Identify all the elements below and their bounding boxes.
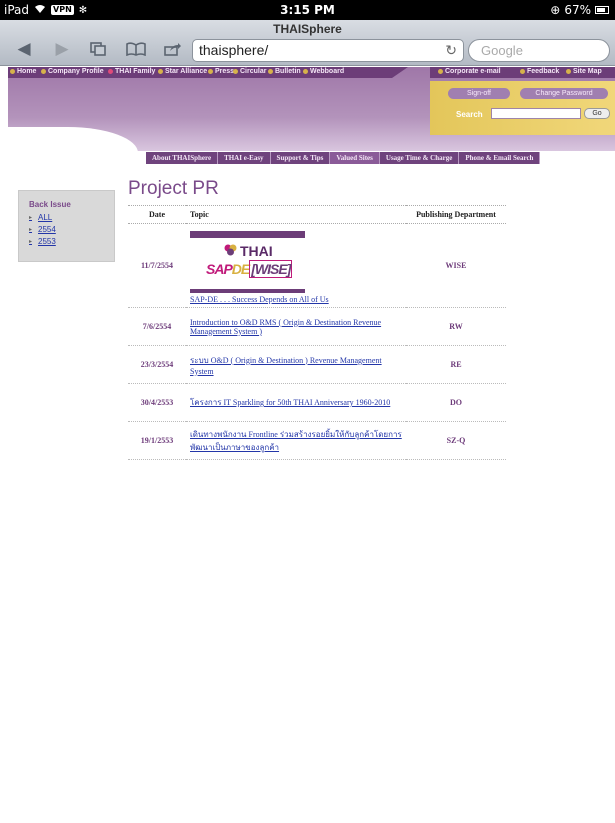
sidebar-item-2554[interactable]: ▸ 2554	[29, 225, 104, 234]
url-text: thaisphere/	[199, 42, 269, 58]
table-row: 30/4/2553 โครงการ IT Sparkling for 50th …	[128, 383, 506, 422]
nav-thai-family[interactable]: THAI Family	[108, 68, 155, 75]
search-placeholder: Google	[481, 43, 523, 58]
col-topic: Topic	[186, 205, 406, 224]
bullet-icon	[108, 69, 113, 74]
sidebar-title: Back Issue	[29, 200, 71, 209]
tab-about-thaisphere[interactable]: About THAISphere	[146, 152, 219, 164]
bullet-icon	[158, 69, 163, 74]
page-title: Project PR	[128, 178, 219, 199]
table-row: 23/3/2554 ระบบ O&D ( Origin & Destinatio…	[128, 345, 506, 384]
utility-nav: Corporate e-mail Feedback Site Map	[430, 67, 615, 78]
tabs-icon[interactable]	[88, 39, 108, 59]
browser-toolbar: THAISphere ◀ ▶ thaisphere/ ↻ Google	[0, 20, 615, 66]
tab-support-tips[interactable]: Support & Tips	[270, 152, 331, 164]
top-nav: Home Company Profile THAI Family Star Al…	[8, 67, 408, 78]
bullet-icon	[303, 69, 308, 74]
browser-page-title: THAISphere	[273, 22, 342, 36]
nav-site-map[interactable]: Site Map	[566, 68, 602, 75]
row-date: 23/3/2554	[128, 345, 186, 384]
row-topic: โครงการ IT Sparkling for 50th THAI Anniv…	[186, 383, 406, 422]
sidebar-item-2553[interactable]: ▸ 2553	[29, 237, 104, 246]
nav-home[interactable]: Home	[10, 68, 36, 75]
bullet-icon	[10, 69, 15, 74]
site-search-input[interactable]	[491, 108, 581, 119]
topic-link[interactable]: Introduction to O&D RMS ( Origin & Desti…	[190, 318, 381, 336]
table-row: 11/7/2554 THAI SAPDE [WISE] SAP-DE . . . …	[128, 223, 506, 308]
change-password-button[interactable]: Change Password	[520, 88, 608, 99]
go-button[interactable]: Go	[584, 108, 610, 119]
row-department: RW	[406, 307, 506, 346]
orientation-lock-icon: ⊕	[550, 3, 561, 17]
row-department: DO	[406, 383, 506, 422]
banner-bar	[190, 289, 305, 293]
nav-bulletin[interactable]: Bulletin	[268, 68, 301, 75]
reload-icon[interactable]: ↻	[445, 42, 457, 59]
nav-star-alliance[interactable]: Star Alliance	[158, 68, 207, 75]
topic-link[interactable]: เดินทางพนักงาน Frontline ร่วมสร้างรอยยิ้…	[190, 430, 402, 452]
sidebar-item-all[interactable]: ▸ ALL	[29, 213, 104, 222]
table-header-row: Date Topic Publishing Department	[128, 205, 506, 224]
bullet-icon	[520, 69, 525, 74]
bullet-icon	[566, 69, 571, 74]
clock: 3:15 PM	[280, 3, 335, 17]
battery-percent: 67%	[564, 3, 591, 17]
bullet-icon	[208, 69, 213, 74]
status-bar: iPad VPN ✻ 3:15 PM ⊕ 67%	[0, 0, 615, 20]
bullet-icon: ▸	[29, 239, 33, 245]
nav-company-profile[interactable]: Company Profile	[41, 68, 104, 75]
bullet-icon: ▸	[29, 227, 33, 233]
tab-usage-time-charge[interactable]: Usage Time & Charge	[379, 152, 460, 164]
row-date: 7/6/2554	[128, 307, 186, 346]
back-arrow-icon[interactable]: ◀	[14, 39, 34, 59]
banner-bar	[190, 231, 305, 238]
row-topic: ระบบ O&D ( Origin & Destination ) Revenu…	[186, 345, 406, 384]
bullet-icon	[438, 69, 443, 74]
row-topic: THAI SAPDE [WISE] SAP-DE . . . Success De…	[186, 223, 406, 308]
bullet-icon	[233, 69, 238, 74]
site-search-label: Search	[456, 110, 483, 119]
tab-thai-e-easy[interactable]: THAI e-Easy	[218, 152, 271, 164]
nav-webboard[interactable]: Webboard	[303, 68, 344, 75]
search-field[interactable]: Google	[468, 39, 610, 62]
project-pr-table: Date Topic Publishing Department 11/7/25…	[128, 205, 506, 460]
nav-corporate-email[interactable]: Corporate e-mail	[438, 68, 501, 75]
row-department: SZ-Q	[406, 421, 506, 460]
topic-link[interactable]: ระบบ O&D ( Origin & Destination ) Revenu…	[190, 356, 382, 376]
back-issue-sidebar: Back Issue ▸ ALL ▸ 2554 ▸ 2553	[18, 190, 115, 262]
thai-orchid-logo-icon	[224, 244, 237, 256]
nav-press[interactable]: Press	[208, 68, 234, 75]
share-icon[interactable]	[163, 39, 183, 59]
row-date: 19/1/2553	[128, 421, 186, 460]
sap-de-wise-logo: SAPDE [WISE]	[206, 260, 293, 278]
bullet-icon	[41, 69, 46, 74]
bookmarks-icon[interactable]	[126, 39, 146, 59]
battery-icon	[595, 6, 609, 14]
bullet-icon: ▸	[29, 215, 33, 221]
table-row: 19/1/2553 เดินทางพนักงาน Frontline ร่วมส…	[128, 421, 506, 460]
header-curve	[8, 127, 138, 153]
row-topic: Introduction to O&D RMS ( Origin & Desti…	[186, 307, 406, 346]
nav-circular[interactable]: Circular	[233, 68, 266, 75]
sign-off-button[interactable]: Sign-off	[448, 88, 510, 99]
url-field[interactable]: thaisphere/ ↻	[192, 39, 464, 62]
topic-link[interactable]: โครงการ IT Sparkling for 50th THAI Anniv…	[190, 398, 390, 407]
main-nav: About THAISphere THAI e-Easy Support & T…	[146, 152, 541, 164]
thai-logo-text: THAI	[240, 243, 273, 259]
row-date: 11/7/2554	[128, 223, 186, 308]
forward-arrow-icon[interactable]: ▶	[52, 39, 72, 59]
bullet-icon	[268, 69, 273, 74]
row-department: WISE	[406, 223, 506, 308]
tab-phone-email-search[interactable]: Phone & Email Search	[459, 152, 541, 164]
table-row: 7/6/2554 Introduction to O&D RMS ( Origi…	[128, 307, 506, 346]
row-topic: เดินทางพนักงาน Frontline ร่วมสร้างรอยยิ้…	[186, 421, 406, 460]
col-department: Publishing Department	[406, 205, 506, 224]
nav-feedback[interactable]: Feedback	[520, 68, 559, 75]
tab-valued-sites[interactable]: Valued Sites	[330, 152, 380, 164]
topic-link[interactable]: SAP-DE . . . Success Depends on All of U…	[190, 295, 329, 304]
col-date: Date	[128, 205, 186, 224]
sap-de-wise-banner[interactable]: THAI SAPDE [WISE]	[190, 231, 305, 293]
row-date: 30/4/2553	[128, 383, 186, 422]
row-department: RE	[406, 345, 506, 384]
